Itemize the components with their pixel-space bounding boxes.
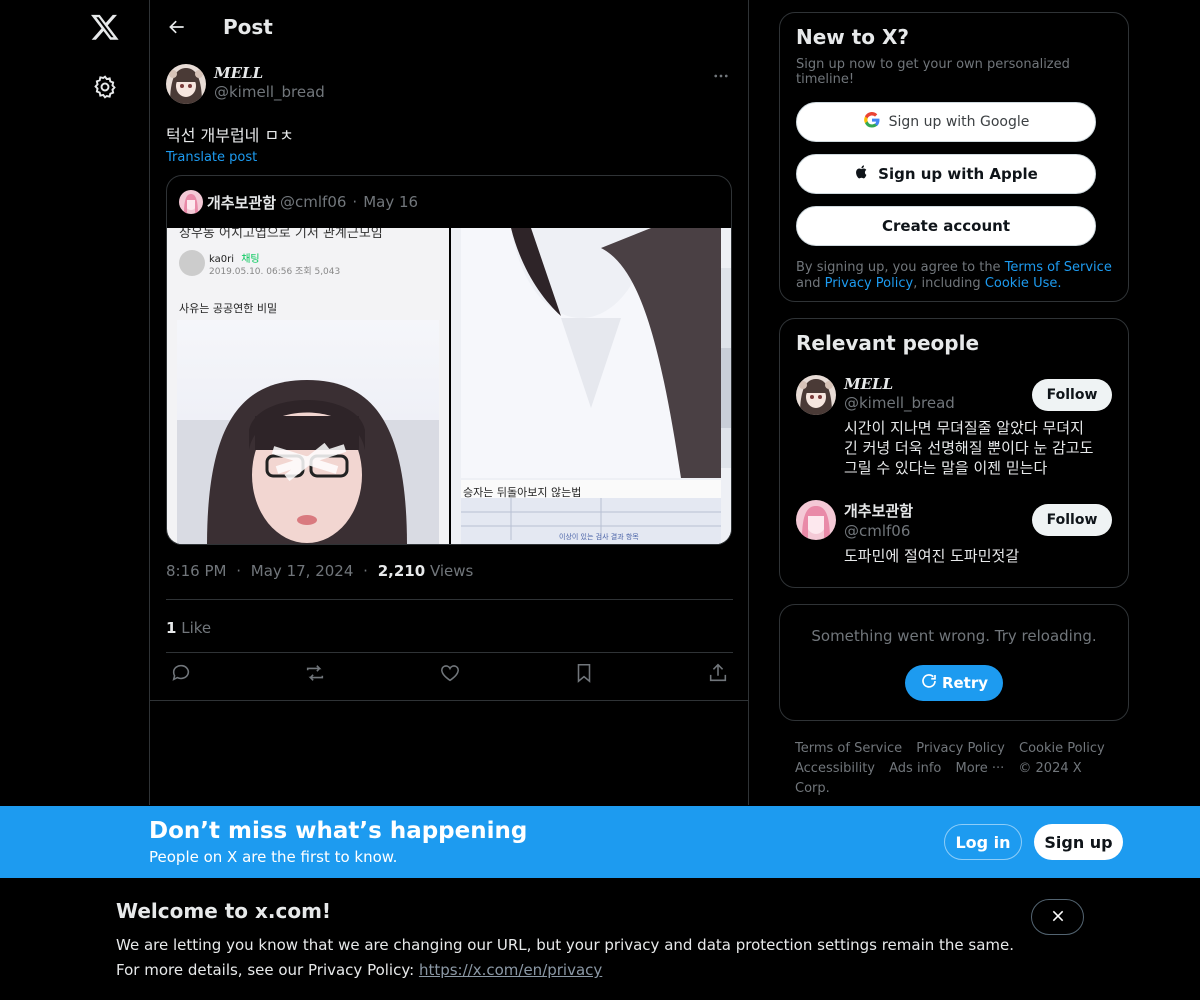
- avatar[interactable]: [166, 64, 206, 104]
- person-bio: 도파민에 절여진 도파민젓갈: [844, 547, 1020, 565]
- likes-label: Like: [181, 619, 212, 637]
- retry-button[interactable]: Retry: [905, 665, 1003, 701]
- tweet-actions: [166, 662, 733, 692]
- divider: [166, 599, 733, 600]
- quote-media[interactable]: 장우동 어치고엽으로 기저 관계근모임 ka0ri 채팅 2019.05.10.…: [167, 228, 731, 544]
- author-row: MELL @kimell_bread: [166, 64, 733, 108]
- x-logo-icon[interactable]: [90, 12, 120, 42]
- quote-date: May 16: [363, 193, 419, 211]
- apple-signup-label: Sign up with Apple: [878, 165, 1038, 183]
- more-options-icon[interactable]: [709, 64, 733, 88]
- footer-more-link[interactable]: More ···: [955, 761, 1004, 776]
- error-card: Something went wrong. Try reloading. Ret…: [779, 604, 1129, 721]
- follow-button[interactable]: Follow: [1032, 379, 1112, 411]
- tweet-time[interactable]: 8:16 PM: [166, 562, 226, 580]
- repost-icon[interactable]: [304, 662, 326, 684]
- welcome-title: Welcome to x.com!: [116, 899, 332, 923]
- apple-icon: [854, 163, 870, 185]
- login-button[interactable]: Log in: [944, 824, 1022, 860]
- quote-header: 개추보관함 @cmlf06 · May 16: [167, 176, 731, 228]
- privacy-link[interactable]: Privacy Policy: [825, 276, 914, 291]
- views-count: 2,210: [377, 562, 426, 580]
- handle[interactable]: @kimell_bread: [214, 83, 325, 101]
- google-signup-label: Sign up with Google: [888, 114, 1030, 130]
- retry-label: Retry: [941, 674, 989, 692]
- banner-title: Don’t miss what’s happening: [149, 818, 528, 844]
- image-author-avatar: [179, 250, 205, 276]
- signup-subtitle: Sign up now to get your own personalized…: [796, 57, 1070, 87]
- separator-dot: ·: [352, 193, 358, 211]
- share-icon[interactable]: [707, 662, 729, 684]
- signup-card: New to X? Sign up now to get your own pe…: [779, 12, 1129, 302]
- reply-icon[interactable]: [170, 662, 192, 684]
- error-message: Something went wrong. Try reloading.: [811, 627, 1097, 645]
- footer-cookie-link[interactable]: Cookie Policy: [1019, 741, 1105, 756]
- apple-signup-button[interactable]: Sign up with Apple: [796, 154, 1096, 194]
- tweet: MELL @kimell_bread 턱선 개부럽네 ㅁㅊ Translate …: [166, 64, 733, 683]
- back-arrow-icon[interactable]: [151, 0, 203, 54]
- bookmark-icon[interactable]: [573, 662, 595, 684]
- footer-ads-link[interactable]: Ads info: [889, 761, 941, 776]
- footer-privacy-link[interactable]: Privacy Policy: [916, 741, 1005, 756]
- tweet-date[interactable]: May 17, 2024: [251, 562, 354, 580]
- translate-post-link[interactable]: Translate post: [166, 150, 733, 165]
- google-signup-button[interactable]: Sign up with Google: [796, 102, 1096, 142]
- follow-button[interactable]: Follow: [1032, 504, 1112, 536]
- avatar[interactable]: [796, 375, 836, 415]
- tweet-text: 턱선 개부럽네 ㅁㅊ: [166, 126, 294, 145]
- likes-count: 1: [166, 619, 177, 637]
- divider: [166, 652, 733, 653]
- image-top-text: 장우동 어치고엽으로 기저 관계근모임: [179, 228, 383, 241]
- person-bio: 시간이 지나면 무뎌질줄 알았다 무뎌지긴 커녕 더욱 선명해질 뿐이다 눈 감…: [844, 419, 1094, 477]
- cookie-link[interactable]: Cookie Use.: [985, 276, 1062, 291]
- image-foot-right: 이상이 있는 검사 결과 항목: [559, 533, 639, 541]
- footer-links: Terms of Service Privacy Policy Cookie P…: [795, 739, 1115, 799]
- quote-image-right[interactable]: 승자는 뒤돌아보지 않는법 이상이 있는 검사 결과 항목: [451, 228, 731, 544]
- image-caption-right: 승자는 뒤돌아보지 않는법: [463, 486, 582, 499]
- login-banner: Don’t miss what’s happening People on X …: [0, 806, 1200, 878]
- privacy-url-link[interactable]: https://x.com/en/privacy: [419, 961, 602, 979]
- refresh-icon: [920, 672, 938, 695]
- quote-image-left[interactable]: 장우동 어치고엽으로 기저 관계근모임 ka0ri 채팅 2019.05.10.…: [167, 228, 449, 544]
- like-icon[interactable]: [439, 662, 461, 684]
- close-icon: [1051, 908, 1065, 927]
- quote-avatar: [179, 190, 203, 214]
- welcome-line1: We are letting you know that we are chan…: [116, 936, 1015, 954]
- relevant-people-card: Relevant people MELL @kimell_bread 시간이 지…: [779, 318, 1129, 588]
- signup-button[interactable]: Sign up: [1034, 824, 1123, 860]
- divider: [150, 700, 748, 701]
- footer-accessibility-link[interactable]: Accessibility: [795, 761, 875, 776]
- relevant-people-title: Relevant people: [796, 331, 980, 355]
- photo-left: [177, 320, 439, 544]
- tweet-meta: 8:16 PM · May 17, 2024 · 2,210 Views: [166, 562, 474, 580]
- person-item[interactable]: MELL @kimell_bread 시간이 지나면 무뎌질줄 알았다 무뎌지긴…: [796, 375, 1112, 478]
- display-name[interactable]: MELL: [214, 64, 325, 82]
- terms-link[interactable]: Terms of Service: [1005, 260, 1112, 275]
- image-meta: 2019.05.10. 06:56 조회 5,043: [209, 267, 341, 277]
- quote-handle: @cmlf06: [280, 193, 347, 211]
- signup-title: New to X?: [796, 25, 910, 49]
- page-title: Post: [223, 15, 273, 39]
- main-column: Post MELL @kimell_bread 턱선 개부럽네 ㅁㅊ Trans…: [149, 0, 749, 805]
- likes[interactable]: 1 Like: [166, 619, 211, 637]
- person-item[interactable]: 개추보관함 @cmlf06 도파민에 절여진 도파민젓갈 Follow: [796, 500, 1112, 566]
- footer-terms-link[interactable]: Terms of Service: [795, 741, 902, 756]
- banner-subtitle: People on X are the first to know.: [149, 848, 398, 866]
- avatar[interactable]: [796, 500, 836, 540]
- post-header: Post: [150, 0, 748, 54]
- quoted-tweet[interactable]: 개추보관함 @cmlf06 · May 16 장우동 어치고엽으로 기저 관계근…: [166, 175, 732, 545]
- welcome-line2: For more details, see our Privacy Policy…: [116, 961, 603, 979]
- image-caption: 사유는 공공연한 비밀: [179, 302, 278, 315]
- gear-icon[interactable]: [92, 74, 118, 100]
- views-label: Views: [429, 562, 474, 580]
- close-button[interactable]: [1031, 899, 1084, 935]
- left-nav: [0, 0, 150, 805]
- google-icon: [863, 111, 881, 133]
- welcome-notice: Welcome to x.com! We are letting you kno…: [0, 878, 1200, 1000]
- signup-legal: By signing up, you agree to the Terms of…: [796, 260, 1112, 291]
- create-account-button[interactable]: Create account: [796, 206, 1096, 246]
- quote-name: 개추보관함: [207, 193, 277, 212]
